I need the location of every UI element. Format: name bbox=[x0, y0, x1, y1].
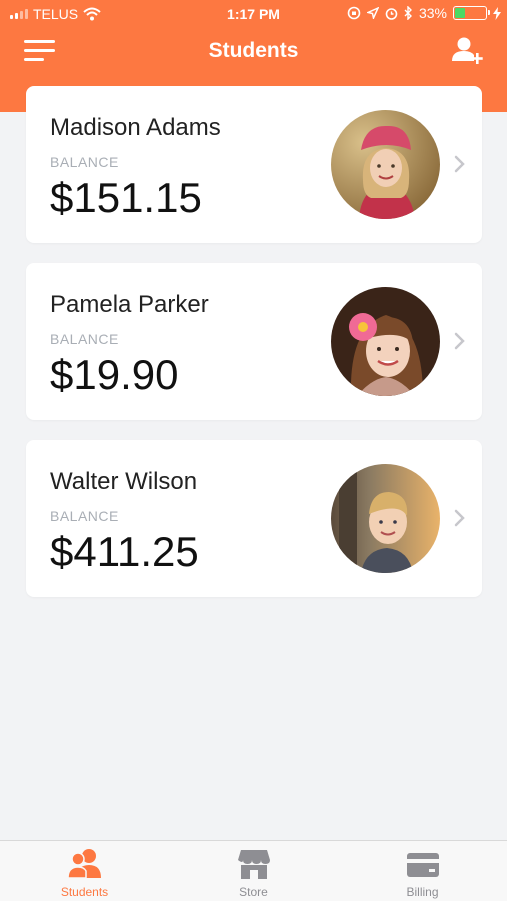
student-card[interactable]: Madison Adams BALANCE $151.15 bbox=[26, 86, 482, 243]
status-right: 33% bbox=[347, 5, 501, 21]
student-card[interactable]: Pamela Parker BALANCE $19.90 bbox=[26, 263, 482, 420]
store-icon bbox=[238, 850, 270, 879]
balance-label: BALANCE bbox=[50, 331, 119, 347]
chevron-right-icon bbox=[454, 155, 465, 173]
balance-amount: $19.90 bbox=[50, 351, 179, 398]
student-name: Pamela Parker bbox=[50, 291, 209, 318]
tab-store[interactable]: Store bbox=[169, 841, 338, 901]
chevron-right-icon bbox=[454, 332, 465, 350]
chevron-right-icon bbox=[454, 509, 465, 527]
tab-billing[interactable]: Billing bbox=[338, 841, 507, 901]
student-card[interactable]: Walter Wilson BALANCE $411.25 bbox=[26, 440, 482, 597]
battery-level bbox=[455, 8, 465, 18]
add-student-button[interactable] bbox=[449, 36, 485, 66]
rotation-lock-icon bbox=[347, 6, 361, 20]
tab-bar: Students Store Billing bbox=[0, 840, 507, 901]
students-icon bbox=[67, 849, 101, 879]
tab-label: Billing bbox=[406, 885, 439, 899]
balance-amount: $411.25 bbox=[50, 528, 199, 575]
tab-label: Students bbox=[60, 885, 109, 899]
balance-amount: $151.15 bbox=[50, 174, 202, 221]
location-icon bbox=[366, 7, 379, 19]
tab-students[interactable]: Students bbox=[0, 841, 169, 901]
charging-icon bbox=[493, 6, 501, 20]
add-user-icon bbox=[452, 37, 483, 64]
page-title: Students bbox=[208, 39, 299, 62]
battery-icon bbox=[453, 6, 490, 20]
student-list: Madison Adams BALANCE $151.15 Pamela Par… bbox=[26, 86, 482, 617]
avatar bbox=[331, 110, 440, 219]
status-bar: TELUS 1:17 PM 33% bbox=[0, 0, 507, 28]
tab-label: Store bbox=[239, 885, 268, 899]
student-name: Madison Adams bbox=[50, 114, 221, 141]
bluetooth-icon bbox=[404, 6, 412, 20]
student-name: Walter Wilson bbox=[50, 468, 198, 495]
balance-label: BALANCE bbox=[50, 154, 119, 170]
avatar bbox=[331, 464, 440, 573]
battery-percent: 33% bbox=[418, 5, 447, 21]
billing-icon bbox=[407, 853, 439, 877]
balance-label: BALANCE bbox=[50, 508, 119, 524]
alarm-icon bbox=[385, 7, 398, 20]
avatar bbox=[331, 287, 440, 396]
